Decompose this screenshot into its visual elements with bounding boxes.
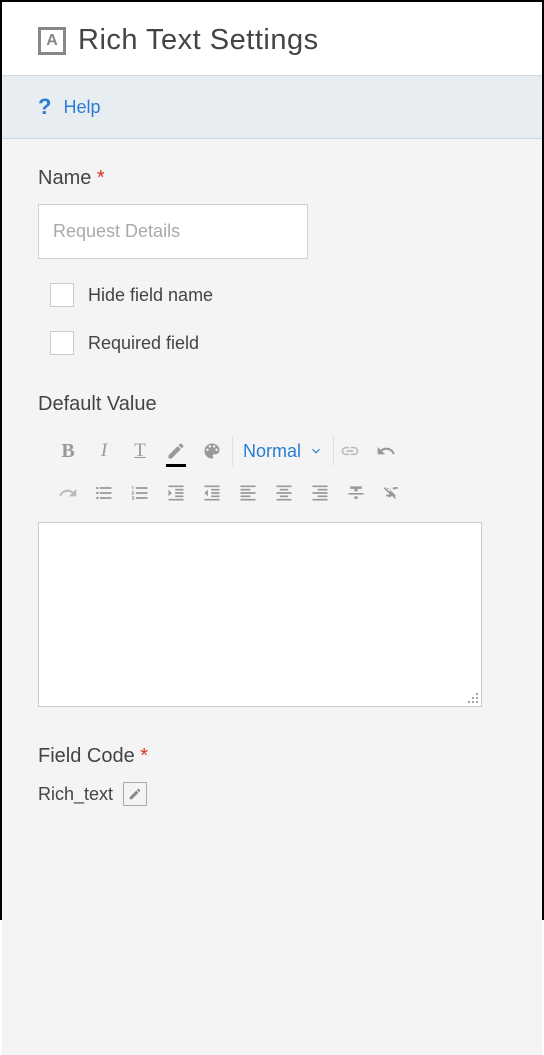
underline-button[interactable]: T — [124, 434, 156, 468]
align-center-button[interactable] — [268, 476, 300, 510]
content-area: Name * Hide field name Required field De… — [2, 139, 542, 1055]
indent-icon — [166, 483, 186, 503]
resize-handle-icon[interactable] — [467, 692, 479, 704]
align-left-button[interactable] — [232, 476, 264, 510]
rich-text-editor[interactable] — [38, 522, 482, 707]
help-bar[interactable]: ? Help — [2, 75, 542, 139]
background-color-button[interactable] — [196, 434, 228, 468]
required-field-row[interactable]: Required field — [50, 331, 506, 355]
numbered-list-button[interactable] — [124, 476, 156, 510]
field-code-label: Field Code * — [38, 745, 506, 768]
redo-button[interactable] — [52, 476, 84, 510]
chevron-down-icon — [309, 444, 323, 458]
align-left-icon — [238, 483, 258, 503]
name-label: Name * — [38, 167, 506, 190]
bold-button[interactable]: B — [52, 434, 84, 468]
settings-header: A Rich Text Settings — [2, 2, 542, 75]
field-code-section: Field Code * Rich_text — [38, 745, 506, 806]
link-button[interactable] — [334, 434, 366, 468]
strikethrough-button[interactable] — [340, 476, 372, 510]
name-input[interactable] — [38, 204, 308, 259]
field-code-value: Rich_text — [38, 784, 113, 805]
numbered-list-icon — [130, 483, 150, 503]
redo-icon — [58, 483, 78, 503]
undo-button[interactable] — [370, 434, 402, 468]
bullet-list-icon — [94, 483, 114, 503]
required-field-label: Required field — [88, 333, 199, 354]
icon-letter: A — [46, 32, 58, 50]
palette-icon — [202, 441, 222, 461]
outdent-button[interactable] — [196, 476, 228, 510]
default-value-label: Default Value — [38, 393, 506, 416]
outdent-icon — [202, 483, 222, 503]
undo-icon — [376, 441, 396, 461]
editor-toolbar-row1: B I T Normal — [38, 430, 506, 472]
link-icon — [340, 441, 360, 461]
default-value-section: Default Value B I T Normal — [38, 393, 506, 707]
help-label: Help — [63, 97, 100, 118]
editor-toolbar-row2 — [38, 472, 506, 514]
align-center-icon — [274, 483, 294, 503]
bullet-list-button[interactable] — [88, 476, 120, 510]
align-right-icon — [310, 483, 330, 503]
hide-field-name-checkbox[interactable] — [50, 283, 74, 307]
page-title: Rich Text Settings — [78, 24, 319, 57]
required-field-checkbox[interactable] — [50, 331, 74, 355]
clear-format-icon — [382, 483, 402, 503]
help-icon: ? — [38, 94, 51, 120]
required-mark: * — [97, 167, 105, 189]
required-mark: * — [140, 745, 148, 767]
clear-format-button[interactable] — [376, 476, 408, 510]
indent-button[interactable] — [160, 476, 192, 510]
format-dropdown[interactable]: Normal — [232, 436, 334, 466]
edit-field-code-button[interactable] — [123, 782, 147, 806]
hide-field-name-row[interactable]: Hide field name — [50, 283, 506, 307]
italic-button[interactable]: I — [88, 434, 120, 468]
format-label: Normal — [243, 441, 301, 462]
rich-text-icon: A — [38, 27, 66, 55]
strikethrough-icon — [346, 483, 366, 503]
hide-field-name-label: Hide field name — [88, 285, 213, 306]
pencil-icon — [166, 441, 186, 461]
align-right-button[interactable] — [304, 476, 336, 510]
text-color-button[interactable] — [160, 434, 192, 468]
field-code-row: Rich_text — [38, 782, 506, 806]
edit-icon — [128, 787, 142, 801]
